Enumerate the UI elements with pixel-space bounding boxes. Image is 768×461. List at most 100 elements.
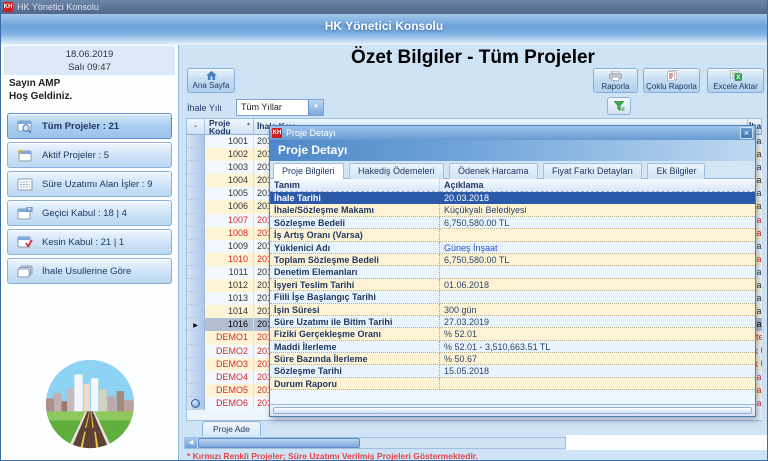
sidebar-item-label: Süre Uzatımı Alan İşler : 9	[42, 179, 152, 190]
row-indicator	[187, 240, 205, 253]
dialog-titlebar[interactable]: KH Proje Detayı ×	[270, 126, 755, 140]
bottom-panel	[566, 435, 767, 450]
sidebar-item-label: Aktif Projeler : 5	[42, 150, 109, 161]
home-button-label: Ana Sayfa	[193, 81, 230, 90]
cell-proje-kodu: 1016	[205, 318, 254, 331]
dialog-scrollbar-thumb[interactable]	[273, 407, 752, 414]
detail-table-body: İhale Tarihi 20.03.2018 İhale/Sözleşme M…	[270, 192, 755, 390]
sidebar-nav: Tüm Projeler : 21 Aktif Projeler : 5 Sür…	[1, 113, 178, 287]
detail-row[interactable]: İşyeri Teslim Tarihi 01.06.2018	[270, 279, 755, 291]
detail-row[interactable]: İş Artış Oranı (Varsa)	[270, 229, 755, 241]
detail-row-label: İş Artış Oranı (Varsa)	[270, 229, 440, 241]
tab-proje-adedi[interactable]: Proje Ade	[202, 421, 261, 436]
detail-row[interactable]: Sözleşme Bedeli 6,750,580.00 TL	[270, 217, 755, 229]
row-indicator	[187, 397, 205, 410]
sidebar-item-gecici-kabul[interactable]: Geçici Kabul : 18 | 4	[7, 200, 172, 226]
detail-row[interactable]: Maddi İlerleme % 52.01 - 3,510,663.51 TL	[270, 341, 755, 353]
proje-detayi-dialog: KH Proje Detayı × Proje Detayı Proje Bil…	[269, 125, 756, 417]
home-button[interactable]: Ana Sayfa	[187, 68, 235, 93]
cell-proje-kodu: DEMO5	[205, 384, 254, 397]
dialog-tab[interactable]: Ek Bilgiler	[647, 163, 705, 179]
cell-proje-kodu: 1001	[205, 135, 254, 148]
cell-proje-kodu: 1004	[205, 174, 254, 187]
app-logo-icon: KH	[3, 2, 13, 12]
column-header-tanim[interactable]: Tanım	[270, 179, 440, 192]
row-indicator	[187, 292, 205, 305]
detail-row[interactable]: İhale Tarihi 20.03.2018	[270, 192, 755, 204]
detail-row-value	[440, 378, 755, 390]
row-indicator	[187, 279, 205, 292]
row-indicator	[187, 305, 205, 318]
dialog-tab[interactable]: Proje Bilgileri	[273, 163, 344, 179]
detail-row[interactable]: İhale/Sözleşme Makamı Küçükyalı Belediye…	[270, 204, 755, 216]
column-header-aciklama[interactable]: Açıklama	[440, 179, 755, 192]
detail-row-value: % 52.01	[440, 328, 755, 340]
close-icon[interactable]: ×	[740, 127, 753, 139]
detail-table: Tanım Açıklama İhale Tarihi 20.03.2018 İ…	[270, 179, 755, 404]
cell-proje-kodu: 1014	[205, 305, 254, 318]
detail-row-label: İhale Tarihi	[270, 192, 440, 204]
detail-row[interactable]: Fiili İşe Başlangıç Tarihi	[270, 291, 755, 303]
dialog-tab[interactable]: Ödenek Harcama	[449, 163, 538, 179]
detail-row-value: 01.06.2018	[440, 279, 755, 291]
list-window-icon	[17, 178, 33, 191]
report-stack-icon	[667, 70, 677, 81]
detail-row-value	[440, 266, 755, 278]
column-header-proje-kodu[interactable]: Proje Kodu▲	[205, 119, 254, 135]
cell-proje-kodu: 1010	[205, 253, 254, 266]
scroll-left-icon[interactable]: ◀	[185, 438, 197, 448]
report-button[interactable]: Raporla	[593, 68, 638, 93]
detail-row[interactable]: Fiziki Gerçekleşme Oranı % 52.01	[270, 328, 755, 340]
detail-row[interactable]: Denetim Elemanları	[270, 266, 755, 278]
sidebar-item-sure-uzatimi[interactable]: Süre Uzatımı Alan İşler : 9	[7, 171, 172, 197]
scrollbar-thumb[interactable]	[198, 438, 360, 448]
detail-row[interactable]: Toplam Sözleşme Bedeli 6,750,580.00 TL	[270, 254, 755, 266]
detail-row-value	[440, 229, 755, 241]
day-time-text: Salı 09:47	[4, 62, 175, 73]
detail-row-label: Süre Bazında İlerleme	[270, 353, 440, 365]
detail-row[interactable]: Süre Bazında İlerleme % 50.67	[270, 353, 755, 365]
detail-row[interactable]: Sözleşme Tarihi 15.05.2018	[270, 365, 755, 377]
detail-row[interactable]: İşin Süresi 300 gün	[270, 304, 755, 316]
dialog-tab[interactable]: Fiyat Farkı Detayları	[543, 163, 642, 179]
chevron-down-icon[interactable]: ▼	[308, 100, 323, 115]
row-indicator	[187, 358, 205, 371]
red-projects-footnote: * Kırmızı Renkli Projeler; Süre Uzatımı …	[187, 451, 478, 461]
ihale-yili-value: Tüm Yıllar	[241, 102, 282, 112]
detail-row[interactable]: Süre Uzatımı ile Bitim Tarihi 27.03.2019	[270, 316, 755, 328]
detail-row-value: 15.05.2018	[440, 365, 755, 377]
detail-row-label: Maddi İlerleme	[270, 341, 440, 353]
sidebar-item-tum-projeler[interactable]: Tüm Projeler : 21	[7, 113, 172, 139]
sidebar-item-kesin-kabul[interactable]: Kesin Kabul : 21 | 1	[7, 229, 172, 255]
row-indicator	[187, 214, 205, 227]
sidebar-item-ihale-usulleri[interactable]: İhale Usullerine Göre	[7, 258, 172, 284]
app-window: KH HK Yönetici Konsolu HK Yönetici Konso…	[0, 0, 768, 461]
cell-proje-kodu: 1008	[205, 227, 254, 240]
multi-report-button[interactable]: Çoklu Raporla	[643, 68, 700, 93]
horizontal-scrollbar[interactable]: ◀	[184, 437, 566, 449]
dialog-scrollbar[interactable]	[270, 404, 755, 416]
app-header-title: HK Yönetici Konsolu	[325, 19, 443, 33]
excel-export-button-label: Excele Aktar	[713, 82, 757, 91]
city-road-logo	[44, 358, 136, 450]
detail-row-label: Toplam Sözleşme Bedeli	[270, 254, 440, 266]
row-indicator	[187, 253, 205, 266]
greeting-text: Sayın AMP Hoş Geldiniz.	[9, 77, 72, 103]
dialog-tab-strip: Proje Bilgileri Hakediş Ödemeleri Ödenek…	[270, 161, 755, 179]
detail-row-value	[440, 291, 755, 303]
detail-row[interactable]: Durum Raporu	[270, 378, 755, 390]
ihale-yili-select[interactable]: Tüm Yıllar ▼	[236, 99, 324, 116]
cell-proje-kodu: 1013	[205, 292, 254, 305]
excel-export-button[interactable]: X Excele Aktar	[707, 68, 764, 93]
window-check-icon	[17, 236, 33, 249]
filter-apply-button[interactable]	[607, 97, 631, 115]
detail-row-value: 20.03.2018	[440, 192, 755, 204]
cell-proje-kodu: 1003	[205, 161, 254, 174]
dialog-tab[interactable]: Hakediş Ödemeleri	[349, 163, 444, 179]
sidebar-item-aktif-projeler[interactable]: Aktif Projeler : 5	[7, 142, 172, 168]
detail-row-label: Fiili İşe Başlangıç Tarihi	[270, 291, 440, 303]
stacked-windows-icon	[17, 265, 33, 278]
detail-row[interactable]: Yüklenici Adı Güneş İnşaat	[270, 242, 755, 254]
row-indicator	[187, 345, 205, 358]
excel-icon: X	[730, 70, 742, 81]
